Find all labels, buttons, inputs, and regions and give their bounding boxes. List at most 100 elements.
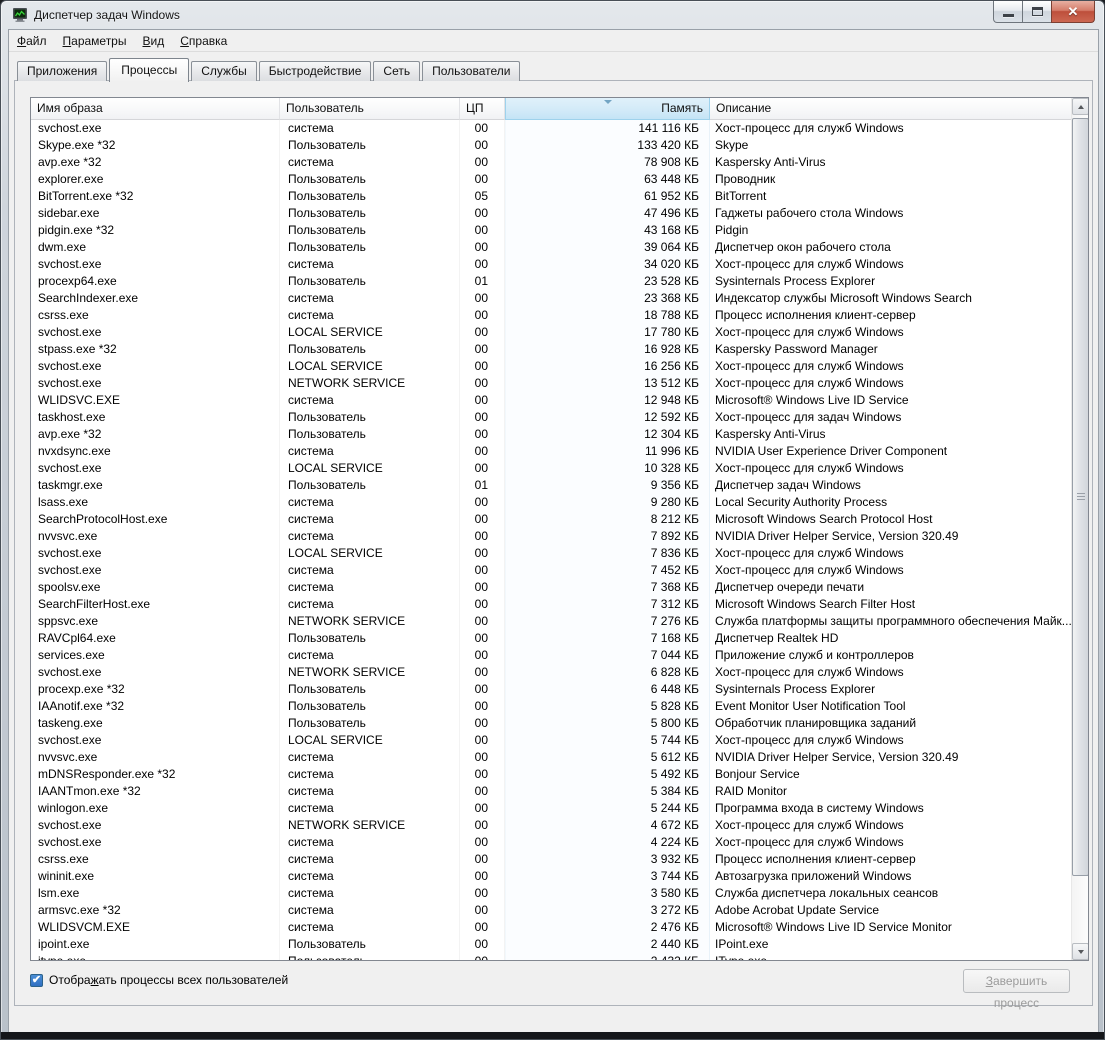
table-row[interactable]: avp.exe *32 система 00 78 908 КБ Kaspers…	[31, 154, 1071, 171]
table-row[interactable]: lsm.exe система 00 3 580 КБ Служба диспе…	[31, 885, 1071, 902]
table-row[interactable]: svchost.exe LOCAL SERVICE 00 16 256 КБ Х…	[31, 358, 1071, 375]
scrollbar-up-button[interactable]	[1072, 98, 1088, 115]
table-row[interactable]: Skype.exe *32 Пользователь 00 133 420 КБ…	[31, 137, 1071, 154]
column-header-memory[interactable]: Память	[505, 98, 710, 120]
tab-performance[interactable]: Быстродействие	[258, 61, 372, 81]
table-row[interactable]: armsvc.exe *32 система 00 3 272 КБ Adobe…	[31, 902, 1071, 919]
table-row[interactable]: csrss.exe система 00 3 932 КБ Процесс ис…	[31, 851, 1071, 868]
table-row[interactable]: procexp.exe *32 Пользователь 00 6 448 КБ…	[31, 681, 1071, 698]
process-description-cell: NVIDIA User Experience Driver Component	[715, 444, 948, 458]
table-row[interactable]: avp.exe *32 Пользователь 00 12 304 КБ Ka…	[31, 426, 1071, 443]
table-row[interactable]: spoolsv.exe система 00 7 368 КБ Диспетче…	[31, 579, 1071, 596]
process-cpu-cell: 00	[460, 766, 505, 783]
table-row[interactable]: SearchIndexer.exe система 00 23 368 КБ И…	[31, 290, 1071, 307]
table-row[interactable]: nvxdsync.exe система 00 11 996 КБ NVIDIA…	[31, 443, 1071, 460]
process-name-cell: svchost.exe	[31, 256, 280, 273]
table-row[interactable]: svchost.exe система 00 34 020 КБ Хост-пр…	[31, 256, 1071, 273]
table-row[interactable]: svchost.exe система 00 4 224 КБ Хост-про…	[31, 834, 1071, 851]
process-description-cell: Диспетчер задач Windows	[715, 478, 861, 492]
table-row[interactable]: procexp64.exe Пользователь 01 23 528 КБ …	[31, 273, 1071, 290]
table-row[interactable]: RAVCpl64.exe Пользователь 00 7 168 КБ Ди…	[31, 630, 1071, 647]
table-row[interactable]: sidebar.exe Пользователь 00 47 496 КБ Га…	[31, 205, 1071, 222]
menu-view[interactable]: Вид	[134, 30, 172, 52]
process-cpu-cell: 00	[460, 307, 505, 324]
process-description-cell: NVIDIA Driver Helper Service, Version 32…	[715, 750, 959, 764]
table-row[interactable]: SearchProtocolHost.exe система 00 8 212 …	[31, 511, 1071, 528]
table-row[interactable]: svchost.exe LOCAL SERVICE 00 7 836 КБ Хо…	[31, 545, 1071, 562]
maximize-button[interactable]	[1022, 1, 1052, 23]
table-row[interactable]: SearchFilterHost.exe система 00 7 312 КБ…	[31, 596, 1071, 613]
process-name-cell: sppsvc.exe	[31, 613, 280, 630]
checkbox-box[interactable]: ✔	[30, 973, 43, 987]
table-row[interactable]: BitTorrent.exe *32 Пользователь 05 61 95…	[31, 188, 1071, 205]
process-user-cell: система	[280, 902, 460, 919]
process-memory-cell: 9 356 КБ	[505, 477, 710, 494]
table-row[interactable]: csrss.exe система 00 18 788 КБ Процесс и…	[31, 307, 1071, 324]
table-row[interactable]: nvvsvc.exe система 00 5 612 КБ NVIDIA Dr…	[31, 749, 1071, 766]
process-memory-cell: 5 384 КБ	[505, 783, 710, 800]
table-row[interactable]: explorer.exe Пользователь 00 63 448 КБ П…	[31, 171, 1071, 188]
end-process-button[interactable]: Завершить процесс	[963, 969, 1070, 1010]
process-cpu-cell: 00	[460, 630, 505, 647]
table-row[interactable]: IAANTmon.exe *32 система 00 5 384 КБ RAI…	[31, 783, 1071, 800]
process-rows: svchost.exe система 00 141 116 КБ Хост-п…	[31, 120, 1071, 960]
table-row[interactable]: WLIDSVC.EXE система 00 12 948 КБ Microso…	[31, 392, 1071, 409]
table-row[interactable]: svchost.exe NETWORK SERVICE 00 13 512 КБ…	[31, 375, 1071, 392]
table-row[interactable]: services.exe система 00 7 044 КБ Приложе…	[31, 647, 1071, 664]
minimize-button[interactable]	[993, 1, 1023, 23]
titlebar[interactable]: Диспетчер задач Windows ✕	[1, 1, 1104, 29]
vertical-scrollbar[interactable]	[1071, 98, 1088, 960]
process-user-cell: LOCAL SERVICE	[280, 732, 460, 749]
tab-processes[interactable]: Процессы	[109, 58, 190, 82]
tab-networking[interactable]: Сеть	[373, 61, 421, 81]
process-name-cell: ipoint.exe	[31, 936, 280, 953]
close-button[interactable]: ✕	[1051, 1, 1095, 23]
process-user-cell: LOCAL SERVICE	[280, 460, 460, 477]
process-cpu-cell: 00	[460, 324, 505, 341]
table-row[interactable]: stpass.exe *32 Пользователь 00 16 928 КБ…	[31, 341, 1071, 358]
table-row[interactable]: svchost.exe система 00 141 116 КБ Хост-п…	[31, 120, 1071, 137]
process-memory-cell: 11 996 КБ	[505, 443, 710, 460]
table-row[interactable]: svchost.exe NETWORK SERVICE 00 4 672 КБ …	[31, 817, 1071, 834]
table-row[interactable]: svchost.exe LOCAL SERVICE 00 5 744 КБ Хо…	[31, 732, 1071, 749]
table-row[interactable]: winlogon.exe система 00 5 244 КБ Програм…	[31, 800, 1071, 817]
process-user-cell: система	[280, 834, 460, 851]
menu-help[interactable]: Справка	[172, 30, 235, 52]
menu-options[interactable]: Параметры	[55, 30, 135, 52]
tab-applications[interactable]: Приложения	[17, 61, 108, 81]
table-row[interactable]: taskeng.exe Пользователь 00 5 800 КБ Обр…	[31, 715, 1071, 732]
column-header-user[interactable]: Пользователь	[280, 98, 460, 120]
show-all-processes-checkbox[interactable]: ✔ Отображать процессы всех пользователей	[30, 973, 288, 987]
scrollbar-down-button[interactable]	[1072, 943, 1088, 960]
process-user-cell: система	[280, 494, 460, 511]
column-header-cpu[interactable]: ЦП	[460, 98, 505, 120]
table-row[interactable]: IAAnotif.exe *32 Пользователь 00 5 828 К…	[31, 698, 1071, 715]
process-cpu-cell: 00	[460, 239, 505, 256]
process-memory-cell: 47 496 КБ	[505, 205, 710, 222]
table-row[interactable]: svchost.exe система 00 7 452 КБ Хост-про…	[31, 562, 1071, 579]
process-memory-cell: 7 452 КБ	[505, 562, 710, 579]
table-row[interactable]: sppsvc.exe NETWORK SERVICE 00 7 276 КБ С…	[31, 613, 1071, 630]
tab-users[interactable]: Пользователи	[422, 61, 521, 81]
table-row[interactable]: lsass.exe система 00 9 280 КБ Local Secu…	[31, 494, 1071, 511]
table-row[interactable]: pidgin.exe *32 Пользователь 00 43 168 КБ…	[31, 222, 1071, 239]
table-row[interactable]: svchost.exe LOCAL SERVICE 00 10 328 КБ Х…	[31, 460, 1071, 477]
table-row[interactable]: taskmgr.exe Пользователь 01 9 356 КБ Дис…	[31, 477, 1071, 494]
table-row[interactable]: svchost.exe NETWORK SERVICE 00 6 828 КБ …	[31, 664, 1071, 681]
process-description-cell: Хост-процесс для служб Windows	[715, 818, 904, 832]
scrollbar-thumb[interactable]	[1072, 118, 1088, 876]
menu-file[interactable]: Файл	[9, 30, 55, 52]
column-header-image-name[interactable]: Имя образа	[31, 98, 280, 120]
table-row[interactable]: WLIDSVCM.EXE система 00 2 476 КБ Microso…	[31, 919, 1071, 936]
column-header-description[interactable]: Описание	[710, 98, 1071, 120]
table-row[interactable]: nvvsvc.exe система 00 7 892 КБ NVIDIA Dr…	[31, 528, 1071, 545]
table-row[interactable]: svchost.exe LOCAL SERVICE 00 17 780 КБ Х…	[31, 324, 1071, 341]
table-row[interactable]: wininit.exe система 00 3 744 КБ Автозагр…	[31, 868, 1071, 885]
process-name-cell: taskhost.exe	[31, 409, 280, 426]
table-row[interactable]: ipoint.exe Пользователь 00 2 440 КБ IPoi…	[31, 936, 1071, 953]
table-row[interactable]: mDNSResponder.exe *32 система 00 5 492 К…	[31, 766, 1071, 783]
table-row[interactable]: taskhost.exe Пользователь 00 12 592 КБ Х…	[31, 409, 1071, 426]
table-row[interactable]: dwm.exe Пользователь 00 39 064 КБ Диспет…	[31, 239, 1071, 256]
tab-services[interactable]: Службы	[191, 61, 257, 81]
table-row[interactable]: itype.exe Пользователь 00 2 432 КБ IType…	[31, 953, 1071, 960]
